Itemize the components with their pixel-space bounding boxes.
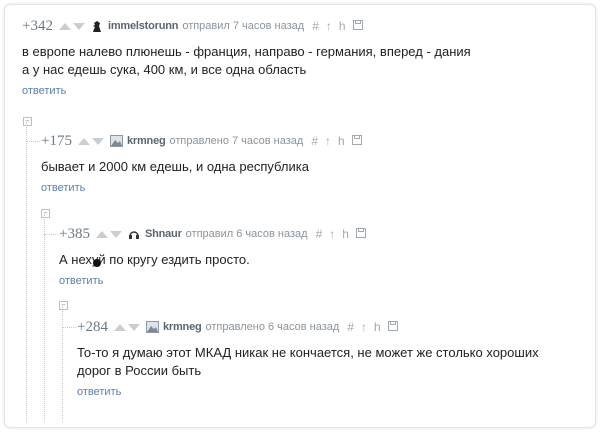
vote-down-icon[interactable] [72, 22, 85, 30]
image-avatar-icon [145, 321, 159, 334]
reply-link[interactable]: ответить [77, 386, 582, 398]
save-icon[interactable] [355, 227, 366, 241]
save-icon[interactable] [387, 320, 398, 334]
comment-header: +284 krmneg отправлено 6 часов назад # ↑… [77, 318, 582, 336]
vote-up-icon[interactable] [58, 22, 71, 30]
branch-icon[interactable]: h [339, 19, 346, 33]
reply-link[interactable]: ответить [22, 85, 582, 97]
thread-connector-3 [62, 327, 76, 328]
headphones-icon [128, 228, 141, 241]
vote-down-icon[interactable] [91, 137, 104, 145]
comment-rating: +284 [77, 318, 108, 335]
vote-controls [77, 137, 104, 145]
comment-text: бывает и 2000 км едешь, и одна республик… [41, 159, 309, 174]
comment-header: +342 immelstorunn отправил 7 часов назад… [22, 17, 582, 35]
comment-timestamp: отправил 6 часов назад [185, 228, 308, 240]
arrow-up-icon[interactable]: ↑ [326, 19, 332, 33]
comment-4: +284 krmneg отправлено 6 часов назад # ↑… [77, 318, 582, 399]
comment-author[interactable]: immelstorunn [108, 20, 179, 32]
branch-icon[interactable]: h [338, 134, 345, 148]
comment-timestamp: отправил 7 часов назад [182, 20, 305, 32]
vote-controls [58, 22, 85, 30]
arrow-up-icon[interactable]: ↑ [325, 134, 331, 148]
arrow-up-icon[interactable]: ↑ [329, 227, 335, 241]
comment-timestamp: отправлено 6 часов назад [205, 321, 340, 333]
comment-tools: # ↑ h [347, 320, 398, 334]
save-icon[interactable] [351, 134, 362, 148]
image-avatar-icon [109, 135, 123, 148]
chess-knight-icon [91, 20, 104, 33]
vote-controls [95, 230, 122, 238]
comment-header: +385 Shnaur отправил 6 часов назад # ↑ h [59, 225, 579, 243]
collapse-toggle-3[interactable]: − [59, 301, 68, 310]
vote-controls [113, 323, 140, 331]
vote-down-icon[interactable] [127, 323, 140, 331]
reply-link[interactable]: ответить [59, 275, 579, 287]
collapse-toggle-1[interactable]: − [23, 117, 32, 126]
comment-3: +385 Shnaur отправил 6 часов назад # ↑ h… [59, 225, 579, 287]
hash-icon[interactable]: # [316, 227, 323, 241]
vote-up-icon[interactable] [113, 323, 126, 331]
thread-line-1 [26, 122, 27, 422]
reply-link[interactable]: ответить [41, 182, 581, 194]
comment-2: +175 krmneg отправлено 7 часов назад # ↑… [41, 132, 581, 194]
comment-timestamp: отправлено 7 часов назад [169, 135, 304, 147]
branch-icon[interactable]: h [374, 320, 381, 334]
save-icon[interactable] [352, 19, 363, 33]
comment-1: +342 immelstorunn отправил 7 часов назад… [22, 17, 582, 98]
comment-rating: +385 [59, 225, 90, 242]
comment-text: А нехуй по кругу ездить просто. [59, 252, 250, 267]
collapse-toggle-2[interactable]: − [41, 209, 50, 218]
comment-author[interactable]: Shnaur [145, 228, 182, 240]
comment-author[interactable]: krmneg [127, 135, 166, 147]
thread-line-2 [44, 214, 45, 422]
vote-down-icon[interactable] [109, 230, 122, 238]
comment-tools: # ↑ h [311, 134, 362, 148]
hash-icon[interactable]: # [312, 19, 319, 33]
vote-up-icon[interactable] [95, 230, 108, 238]
hash-icon[interactable]: # [311, 134, 318, 148]
vote-up-icon[interactable] [77, 137, 90, 145]
comment-rating: +342 [22, 17, 53, 34]
comment-author[interactable]: krmneg [163, 321, 202, 333]
comment-tools: # ↑ h [316, 227, 366, 241]
thread-line-3 [62, 306, 63, 422]
comment-text: в европе налево плюнешь - франция, напра… [22, 44, 471, 77]
comment-rating: +175 [41, 132, 72, 149]
thread-connector-1 [26, 141, 40, 142]
thread-connector-2 [44, 234, 58, 235]
arrow-up-icon[interactable]: ↑ [361, 320, 367, 334]
comment-text: То-то я думаю этот МКАД никак не кончает… [77, 345, 539, 378]
hash-icon[interactable]: # [347, 320, 354, 334]
censor-dot [93, 259, 101, 267]
comment-header: +175 krmneg отправлено 7 часов назад # ↑… [41, 132, 581, 150]
branch-icon[interactable]: h [342, 227, 349, 241]
comment-tools: # ↑ h [312, 19, 363, 33]
